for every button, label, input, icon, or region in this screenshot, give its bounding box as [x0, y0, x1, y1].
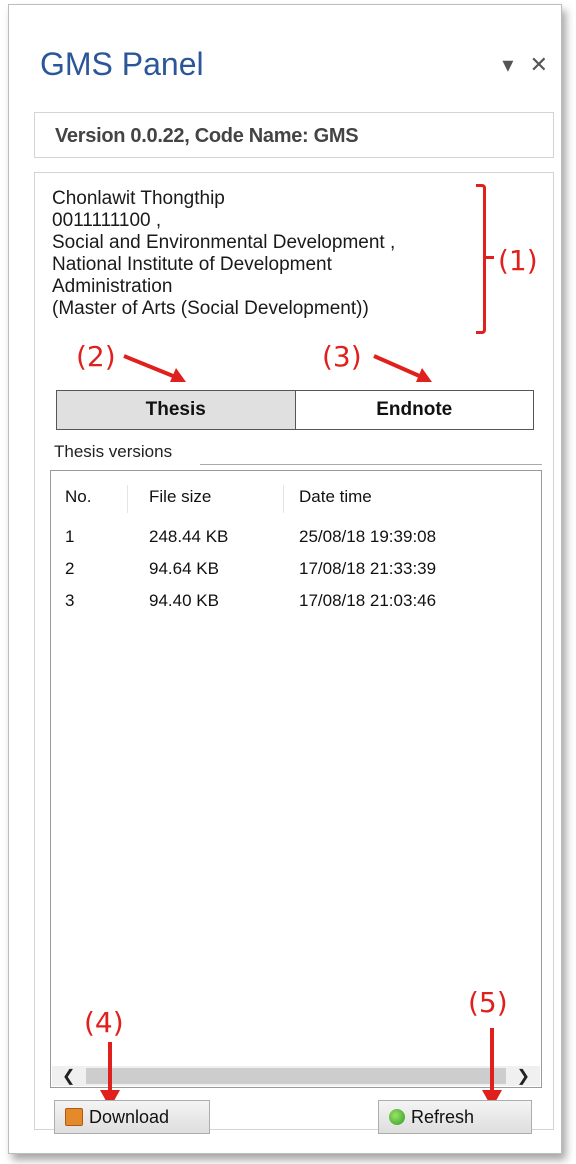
- cell-datetime: 17/08/18 21:03:46: [299, 591, 437, 610]
- cell-no: 3: [65, 591, 75, 610]
- annotation-1: (1): [498, 244, 538, 277]
- tab-thesis[interactable]: Thesis: [57, 391, 296, 429]
- dropdown-icon[interactable]: ▾: [502, 52, 513, 77]
- cell-size: 94.64 KB: [149, 559, 219, 578]
- scroll-right-icon[interactable]: ❯: [517, 1066, 530, 1086]
- close-icon[interactable]: ✕: [530, 52, 548, 77]
- refresh-button[interactable]: Refresh: [378, 1100, 532, 1134]
- scroll-left-icon[interactable]: ❮: [62, 1066, 75, 1086]
- horizontal-scrollbar[interactable]: ❮ ❯: [52, 1066, 540, 1086]
- refresh-icon: [389, 1109, 405, 1125]
- annotation-arrow-2: [123, 354, 186, 382]
- download-button[interactable]: Download: [54, 1100, 210, 1134]
- column-separator: [127, 485, 128, 513]
- annotation-4: (4): [84, 1006, 124, 1039]
- group-divider: [200, 464, 542, 465]
- user-id: 0011111100 ,: [52, 210, 162, 231]
- tab-endnote[interactable]: Endnote: [295, 391, 533, 429]
- column-header-datetime[interactable]: Date time: [285, 485, 505, 515]
- column-separator: [283, 485, 284, 513]
- cell-datetime: 17/08/18 21:33:39: [299, 559, 437, 578]
- annotation-bracket: [476, 184, 486, 334]
- cell-no: 2: [65, 559, 75, 578]
- annotation-bracket-tick: [486, 256, 494, 259]
- download-label: Download: [89, 1106, 170, 1127]
- user-institute-cont: Administration: [52, 276, 173, 297]
- annotation-2: (2): [76, 340, 116, 373]
- scrollbar-thumb[interactable]: [86, 1068, 506, 1084]
- user-name: Chonlawit Thongthip: [52, 188, 225, 209]
- annotation-arrow-3: [373, 354, 432, 382]
- panel-controls: ▾ ✕: [492, 52, 548, 78]
- thesis-versions-label: Thesis versions: [54, 442, 177, 462]
- table-row[interactable]: 3 94.40 KB 17/08/18 21:03:46: [51, 591, 541, 615]
- user-degree: (Master of Arts (Social Development)): [52, 298, 369, 319]
- cell-size: 248.44 KB: [149, 527, 229, 546]
- column-header-size[interactable]: File size: [135, 485, 279, 515]
- version-box: Version 0.0.22, Code Name: GMS: [34, 112, 554, 158]
- table-row[interactable]: 1 248.44 KB 25/08/18 19:39:08: [51, 527, 541, 551]
- cell-datetime: 25/08/18 19:39:08: [299, 527, 437, 546]
- user-department: Social and Environmental Development ,: [52, 232, 396, 253]
- cell-no: 1: [65, 527, 75, 546]
- download-icon: [65, 1108, 83, 1126]
- tab-bar: Thesis Endnote: [56, 390, 534, 430]
- annotation-5: (5): [468, 986, 508, 1019]
- version-text: Version 0.0.22, Code Name: GMS: [55, 125, 359, 147]
- user-institute: National Institute of Development: [52, 254, 332, 275]
- refresh-label: Refresh: [411, 1106, 475, 1127]
- column-header-no[interactable]: No.: [51, 485, 127, 515]
- user-info: Chonlawit Thongthip 0011111100 , Social …: [52, 188, 492, 320]
- list-header: No. File size Date time: [51, 485, 541, 515]
- table-row[interactable]: 2 94.64 KB 17/08/18 21:33:39: [51, 559, 541, 583]
- panel-title: GMS Panel: [40, 46, 204, 82]
- annotation-3: (3): [322, 340, 362, 373]
- cell-size: 94.40 KB: [149, 591, 219, 610]
